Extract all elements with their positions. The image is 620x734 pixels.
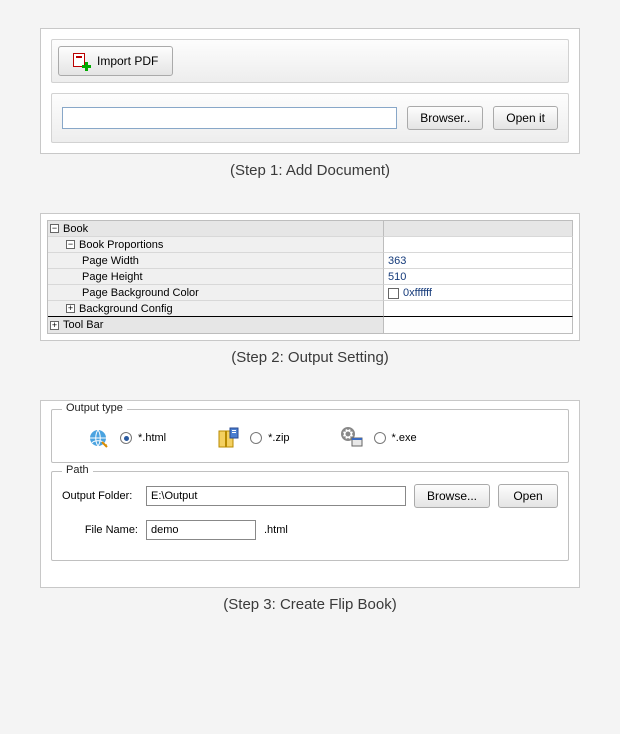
color-swatch-icon xyxy=(388,288,399,299)
browser-button[interactable]: Browser.. xyxy=(407,106,483,130)
zip-icon xyxy=(216,426,240,450)
output-type-exe[interactable]: *.exe xyxy=(340,426,417,450)
open-button[interactable]: Open xyxy=(498,484,558,508)
file-row: Browser.. Open it xyxy=(51,93,569,143)
radio-zip[interactable] xyxy=(250,432,262,444)
book-label: Book xyxy=(63,222,88,236)
file-name-label: File Name: xyxy=(76,524,138,536)
output-folder-label: Output Folder: xyxy=(62,490,138,502)
expand-icon[interactable]: + xyxy=(50,321,59,330)
proportions-node[interactable]: − Book Proportions xyxy=(48,237,384,253)
page-height-value[interactable]: 510 xyxy=(384,269,573,285)
background-config-node[interactable]: + Background Config xyxy=(48,301,384,317)
pdf-path-input[interactable] xyxy=(62,107,397,129)
file-name-input[interactable] xyxy=(146,520,256,540)
toolbar-node[interactable]: + Tool Bar xyxy=(48,317,384,333)
import-toolbar: Import PDF xyxy=(51,39,569,83)
path-fieldset: Path Output Folder: Browse... Open File … xyxy=(51,471,569,561)
page-height-label: Page Height xyxy=(48,269,384,285)
step2-panel: − Book − Book Proportions Page Width 363… xyxy=(40,213,580,341)
collapse-icon[interactable]: − xyxy=(50,224,59,233)
background-config-label: Background Config xyxy=(79,302,173,316)
page-bg-color-text: 0xffffff xyxy=(403,287,432,299)
page-bg-color-label: Page Background Color xyxy=(48,285,384,301)
step3-panel: Output type *.html xyxy=(40,400,580,588)
import-pdf-label: Import PDF xyxy=(97,54,158,68)
exe-icon xyxy=(340,426,364,450)
radio-html[interactable] xyxy=(120,432,132,444)
output-type-legend: Output type xyxy=(62,402,127,414)
toolbar-label: Tool Bar xyxy=(63,318,103,332)
collapse-icon[interactable]: − xyxy=(66,240,75,249)
background-config-value xyxy=(384,301,573,317)
expand-icon[interactable]: + xyxy=(66,304,75,313)
file-extension: .html xyxy=(264,524,288,536)
pdf-import-icon xyxy=(73,53,89,69)
output-type-zip[interactable]: *.zip xyxy=(216,426,289,450)
settings-grid: − Book − Book Proportions Page Width 363… xyxy=(47,220,573,334)
browse-button[interactable]: Browse... xyxy=(414,484,490,508)
toolbar-value xyxy=(384,317,573,333)
output-types: *.html *.zip xyxy=(62,420,558,452)
output-folder-input[interactable] xyxy=(146,486,406,506)
step2-caption: (Step 2: Output Setting) xyxy=(40,349,580,366)
output-type-fieldset: Output type *.html xyxy=(51,409,569,463)
exe-label: *.exe xyxy=(392,432,417,444)
page-width-value[interactable]: 363 xyxy=(384,253,573,269)
book-value xyxy=(384,221,573,237)
output-type-html[interactable]: *.html xyxy=(86,426,166,450)
proportions-value xyxy=(384,237,573,253)
step1-panel: Import PDF Browser.. Open it xyxy=(40,28,580,154)
radio-exe[interactable] xyxy=(374,432,386,444)
step3-caption: (Step 3: Create Flip Book) xyxy=(40,596,580,613)
book-node[interactable]: − Book xyxy=(48,221,384,237)
open-it-button[interactable]: Open it xyxy=(493,106,558,130)
page-width-label: Page Width xyxy=(48,253,384,269)
html-label: *.html xyxy=(138,432,166,444)
import-pdf-button[interactable]: Import PDF xyxy=(58,46,173,76)
path-legend: Path xyxy=(62,464,93,476)
zip-label: *.zip xyxy=(268,432,289,444)
step1-caption: (Step 1: Add Document) xyxy=(40,162,580,179)
proportions-label: Book Proportions xyxy=(79,238,163,252)
page-bg-color-value[interactable]: 0xffffff xyxy=(384,285,573,301)
globe-icon xyxy=(86,426,110,450)
